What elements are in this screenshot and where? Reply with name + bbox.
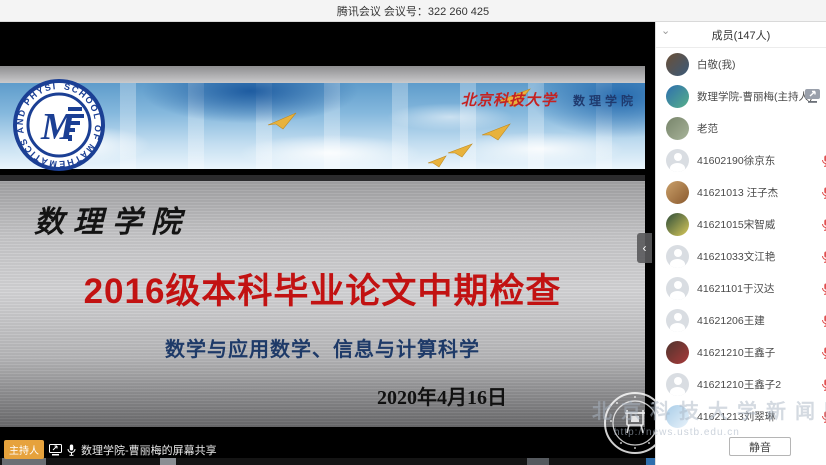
member-mic-icon xyxy=(821,154,826,166)
avatar xyxy=(666,245,689,268)
slide-title: 2016级本科毕业论文中期检查 xyxy=(0,263,645,314)
member-mic-icon xyxy=(821,186,826,198)
member-mic-icon xyxy=(821,314,826,326)
member-row[interactable]: 41621101于汉达 xyxy=(656,272,826,304)
member-row[interactable]: 老范 xyxy=(656,112,826,144)
chevron-down-icon[interactable]: ⌄ xyxy=(661,24,670,37)
avatar xyxy=(666,373,689,396)
college-calligraphy: 数理学院 xyxy=(34,197,190,241)
mute-button[interactable]: 静音 xyxy=(729,437,791,456)
member-row[interactable]: 41621213刘翠琳 xyxy=(656,400,826,432)
member-name: 41621013 汪子杰 xyxy=(697,185,778,200)
slide-body: 数理学院 2016级本科毕业论文中期检查 数学与应用数学、信息与计算科学 202… xyxy=(0,175,645,427)
member-row[interactable]: 数理学院-曹丽梅(主持人) xyxy=(656,80,826,112)
taskbar-thumbnail xyxy=(160,458,176,465)
avatar xyxy=(666,85,689,108)
titlebar[interactable]: 腾讯会议 会议号：322 260 425 xyxy=(0,0,826,22)
avatar xyxy=(666,117,689,140)
member-name: 41621033文江艳 xyxy=(697,249,775,264)
panel-collapse-handle[interactable]: ‹ xyxy=(637,233,652,263)
university-name: 北京科技大学 xyxy=(461,89,557,110)
avatar xyxy=(666,341,689,364)
member-row[interactable]: 41621206王建 xyxy=(656,304,826,336)
member-row[interactable]: 41621210王鑫子 xyxy=(656,336,826,368)
member-name: 41621210王鑫子 xyxy=(697,345,775,360)
microphone-icon xyxy=(67,444,76,456)
avatar xyxy=(666,149,689,172)
slide-subtitle: 数学与应用数学、信息与计算科学 xyxy=(0,333,645,362)
members-count-header: 成员(147人) xyxy=(712,27,771,43)
avatar xyxy=(666,405,689,428)
member-name: 41621015宋智威 xyxy=(697,217,775,232)
member-name: 41602190徐京东 xyxy=(697,153,775,168)
member-mic-icon xyxy=(821,346,826,358)
member-mic-icon xyxy=(821,282,826,294)
slide-sky-banner: SCHOOL OF MATHEMATICS AND PHYSICS M xyxy=(0,83,645,169)
member-list[interactable]: 白敬(我) 数理学院-曹丽梅(主持人) 老范 xyxy=(656,48,826,432)
share-status-text: 数理学院-曹丽梅的屏幕共享 xyxy=(81,442,217,458)
member-mic-icon xyxy=(821,218,826,230)
avatar xyxy=(666,213,689,236)
screen-share-icon xyxy=(49,444,62,456)
member-name: 老范 xyxy=(697,121,718,136)
banner-titles: 北京科技大学 数理学院 xyxy=(461,89,637,110)
members-panel: ⌄ 成员(147人) 白敬(我) 数理学院-曹丽梅(主持人) 老范 xyxy=(655,22,826,465)
svg-text:M: M xyxy=(40,106,76,148)
member-mic-icon xyxy=(821,410,826,422)
taskbar-thumbnail xyxy=(2,458,46,465)
university-seal-watermark xyxy=(603,391,655,455)
host-badge: 主持人 xyxy=(4,440,44,459)
college-name: 数理学院 xyxy=(573,92,637,109)
member-mic-icon xyxy=(821,250,826,262)
share-status-bar: 主持人 数理学院-曹丽梅的屏幕共享 xyxy=(4,440,217,459)
avatar xyxy=(666,53,689,76)
member-sharing-icon xyxy=(804,88,821,103)
meeting-title: 腾讯会议 会议号：322 260 425 xyxy=(337,3,489,19)
member-row[interactable]: 41602190徐京东 xyxy=(656,144,826,176)
avatar xyxy=(666,277,689,300)
member-name: 白敬(我) xyxy=(697,57,736,72)
avatar xyxy=(666,181,689,204)
member-mic-icon xyxy=(821,378,826,390)
avatar xyxy=(666,309,689,332)
screen-share-stage: SCHOOL OF MATHEMATICS AND PHYSICS M xyxy=(0,22,655,465)
member-name: 41621213刘翠琳 xyxy=(697,409,775,424)
taskbar-thumbnail xyxy=(646,458,655,465)
member-row[interactable]: 41621013 汪子杰 xyxy=(656,176,826,208)
tencent-meeting-window: 腾讯会议 会议号：322 260 425 SCHOOL OF MATHEMATI… xyxy=(0,0,826,465)
member-name: 数理学院-曹丽梅(主持人) xyxy=(697,89,813,104)
member-name: 41621210王鑫子2 xyxy=(697,377,781,392)
school-of-mathematics-logo: SCHOOL OF MATHEMATICS AND PHYSICS M xyxy=(13,79,105,171)
member-row[interactable]: 41621015宋智威 xyxy=(656,208,826,240)
member-row[interactable]: 41621033文江艳 xyxy=(656,240,826,272)
slide-date: 2020年4月16日 xyxy=(377,381,507,410)
member-row[interactable]: 41621210王鑫子2 xyxy=(656,368,826,400)
taskbar-thumbnail xyxy=(527,458,549,465)
member-name: 41621206王建 xyxy=(697,313,765,328)
member-row[interactable]: 白敬(我) xyxy=(656,48,826,80)
taskbar-strip xyxy=(0,458,655,465)
members-panel-header: ⌄ 成员(147人) xyxy=(656,22,826,48)
member-name: 41621101于汉达 xyxy=(697,281,774,296)
